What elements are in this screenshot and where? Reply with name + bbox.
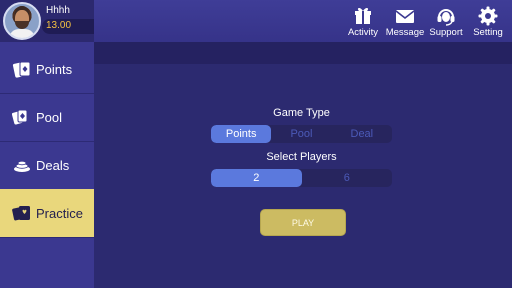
sidebar-item-deals[interactable]: Deals	[0, 141, 94, 190]
profile-panel[interactable]: Hhhh 13.00	[0, 0, 94, 42]
balance-amount: 13.00	[46, 20, 72, 31]
select-players-label: Select Players	[266, 151, 337, 163]
message-label: Message	[385, 27, 425, 38]
gift-icon	[355, 7, 371, 24]
gear-icon	[478, 6, 498, 26]
sidebar-item-label: Points	[36, 61, 73, 77]
game-type-label: Game Type	[273, 107, 330, 119]
setting-label: Setting	[473, 27, 503, 38]
support-label: Support	[429, 27, 463, 38]
cards-icon	[12, 61, 31, 78]
players-option-6[interactable]: 6	[302, 169, 393, 187]
players-option-2[interactable]: 2	[211, 169, 302, 187]
activity-button[interactable]: Activity	[345, 6, 381, 40]
main-header-strip	[94, 42, 512, 64]
sidebar-item-label: Pool	[36, 109, 63, 125]
sidebar-item-label: Practice	[36, 205, 83, 221]
game-type-option-deal[interactable]: Deal	[332, 125, 392, 143]
sidebar-item-label: Deals	[36, 157, 70, 173]
game-type-option-points[interactable]: Points	[211, 125, 272, 143]
envelope-icon	[395, 10, 415, 23]
sidebar-item-practice[interactable]: Practice	[0, 189, 94, 238]
game-type-option-pool[interactable]: Pool	[271, 125, 331, 143]
game-type-selector: Points Pool Deal	[211, 125, 392, 143]
activity-label: Activity	[347, 27, 379, 38]
play-button[interactable]: PLAY	[260, 209, 346, 236]
avatar[interactable]	[3, 2, 41, 40]
practice-cards-icon	[12, 206, 30, 221]
players-selector: 2 6	[211, 169, 392, 187]
deals-icon	[14, 160, 30, 172]
game-mode-sidebar: Points Pool Deals Practice	[0, 42, 94, 288]
sidebar-item-points[interactable]: Points	[0, 45, 94, 94]
setting-button[interactable]: Setting	[470, 6, 506, 40]
username: Hhhh	[46, 5, 70, 16]
sidebar-item-pool[interactable]: Pool	[0, 93, 94, 142]
pool-cards-icon	[12, 109, 28, 125]
top-bar: Hhhh 13.00 Activity Message Support Sett…	[0, 0, 512, 42]
message-button[interactable]: Message	[383, 6, 427, 40]
headset-icon	[437, 9, 455, 26]
support-button[interactable]: Support	[427, 6, 465, 40]
